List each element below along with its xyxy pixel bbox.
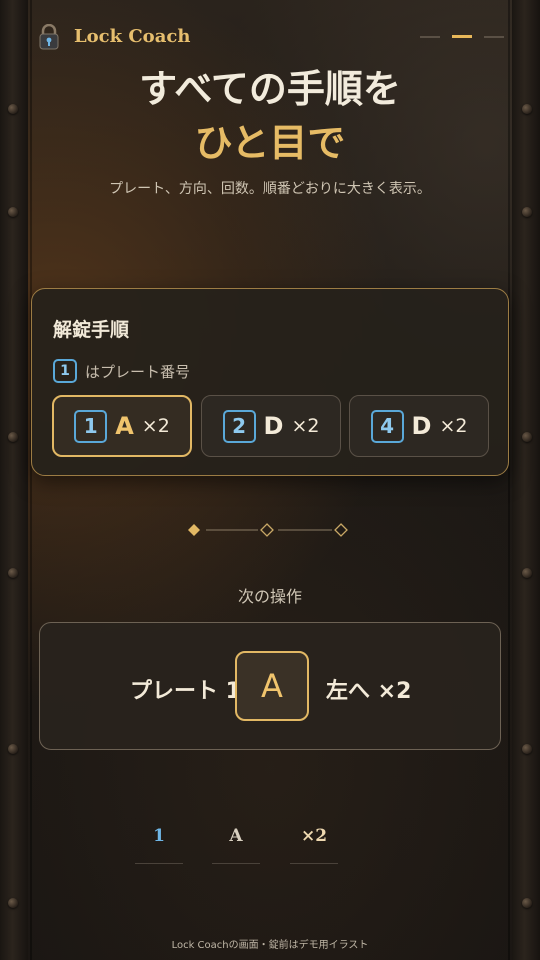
token-count: ×2 <box>290 826 338 864</box>
plate-number-legend: 1 はプレート番号 <box>53 359 190 383</box>
token-plate: 1 <box>135 826 183 864</box>
unlock-steps-card: 解錠手順 1 はプレート番号 1 A ×2 2 D ×2 4 D ×2 <box>31 288 509 476</box>
plate-number-badge: 4 <box>370 409 404 443</box>
hero-title-line1: すべての手順を <box>139 67 401 111</box>
rivet <box>522 898 532 908</box>
rivet <box>8 207 18 217</box>
rivet <box>8 898 18 908</box>
step-chip-2[interactable]: 2 D ×2 <box>201 395 341 457</box>
step-count: ×2 <box>439 415 468 437</box>
plate-number-badge: 2 <box>222 409 256 443</box>
plate-number-badge: 1 <box>74 409 108 443</box>
rivet <box>522 207 532 217</box>
app-name: Lock Coach <box>74 26 191 47</box>
footer-caption: Lock Coachの画面・錠前はデモ用イラスト <box>171 940 369 951</box>
rivet <box>8 744 18 754</box>
hero-title-line2: ひと目で <box>194 121 346 165</box>
rivet <box>522 568 532 578</box>
steps-title: 解錠手順 <box>53 319 130 341</box>
step-letter: D <box>263 412 284 440</box>
diamond-divider <box>188 523 348 537</box>
token-letter-text: A <box>229 826 243 846</box>
next-direction-text: 左へ ×2 <box>326 679 412 704</box>
step-chip-1[interactable]: 1 A ×2 <box>52 395 192 457</box>
diamond-icon-outline <box>334 523 348 537</box>
next-plate-text: プレート 1 <box>130 679 241 704</box>
next-action-label: 次の操作 <box>237 587 302 606</box>
step-count: ×2 <box>291 415 320 437</box>
next-action-card: プレート 1 A 左へ ×2 <box>39 622 501 750</box>
progress-segment <box>420 36 440 38</box>
step-count: ×2 <box>141 415 170 437</box>
progress-indicator <box>420 35 504 39</box>
step-list: 1 A ×2 2 D ×2 4 D ×2 <box>52 395 490 457</box>
hero-subtitle: プレート、方向、回数。順番どおりに大きく表示。 <box>109 181 431 197</box>
diamond-icon-filled <box>188 524 200 536</box>
sequence-tokens: 1 A ×2 <box>0 826 540 864</box>
app-header: Lock Coach <box>38 22 504 52</box>
rivet <box>522 744 532 754</box>
step-chip-3[interactable]: 4 D ×2 <box>349 395 489 457</box>
progress-segment-active <box>452 35 472 38</box>
step-letter: D <box>411 412 432 440</box>
rivet <box>8 432 18 442</box>
token-letter: A <box>212 826 260 864</box>
legend-number-badge: 1 <box>53 359 77 383</box>
diamond-icon-outline <box>260 523 274 537</box>
rivet <box>8 568 18 578</box>
token-count-text: ×2 <box>300 826 328 846</box>
step-letter: A <box>115 412 134 440</box>
padlock-icon <box>39 24 59 50</box>
hero-title: すべての手順を ひと目で <box>0 62 540 170</box>
legend-text: はプレート番号 <box>85 362 191 381</box>
rivet <box>522 432 532 442</box>
token-plate-text: 1 <box>153 826 165 846</box>
progress-segment <box>484 36 504 38</box>
next-letter-box: A <box>235 651 309 721</box>
